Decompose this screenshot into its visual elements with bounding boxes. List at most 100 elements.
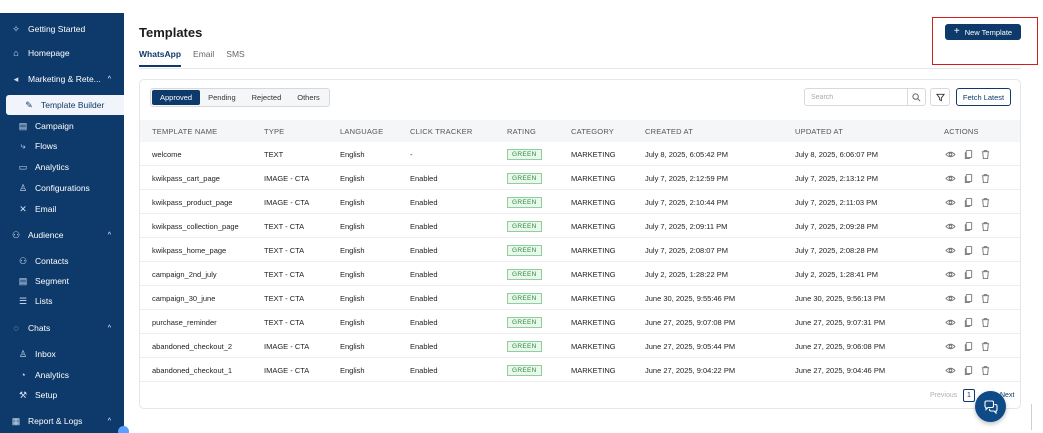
sidebar-item-getting-started[interactable]: ✧ Getting Started: [0, 19, 124, 39]
chevron-up-icon[interactable]: ^: [108, 325, 111, 332]
created-at-cell: July 7, 2025, 2:10:44 PM: [645, 198, 728, 207]
copy-icon[interactable]: [963, 291, 975, 304]
category-cell: MARKETING: [571, 150, 616, 159]
copy-icon[interactable]: [963, 195, 975, 208]
search-icon[interactable]: [907, 89, 925, 105]
segment-icon: ▤: [18, 275, 28, 286]
copy-icon[interactable]: [963, 219, 975, 232]
sidebar-item-audience[interactable]: ⚇ Audience ^: [0, 225, 124, 245]
sidebar-item-email[interactable]: ✕ Email: [0, 199, 124, 219]
delete-icon[interactable]: [980, 363, 992, 376]
sidebar-item-report-logs[interactable]: ▦ Report & Logs ^: [0, 411, 124, 431]
sidebar-item-label: Lists: [35, 296, 53, 306]
search-input[interactable]: [805, 90, 905, 104]
pagination-page[interactable]: 1: [963, 389, 975, 402]
sidebar-item-flows[interactable]: ⤷ Flows: [0, 136, 124, 156]
chevron-up-icon[interactable]: ^: [108, 418, 111, 425]
chevron-up-icon[interactable]: ^: [108, 76, 111, 83]
sidebar-item-homepage[interactable]: ⌂ Homepage: [0, 43, 124, 63]
click-tracker-cell: Enabled: [410, 174, 438, 183]
sidebar-item-setup[interactable]: ⚒ Setup: [0, 385, 124, 405]
segment-pending[interactable]: Pending: [200, 90, 244, 105]
type-cell: TEXT - CTA: [264, 270, 305, 279]
delete-icon[interactable]: [980, 339, 992, 352]
copy-icon[interactable]: [963, 363, 975, 376]
segment-others[interactable]: Others: [289, 90, 328, 105]
view-icon[interactable]: [945, 315, 957, 327]
megaphone-icon: ◂: [13, 73, 19, 84]
copy-icon[interactable]: [963, 147, 975, 160]
tab-whatsapp[interactable]: WhatsApp: [139, 49, 182, 67]
new-template-button[interactable]: + New Template: [945, 24, 1021, 40]
sidebar-item-label: Email: [35, 204, 57, 214]
status-segmented-control: Approved Pending Rejected Others: [150, 88, 330, 107]
chat-icon: ◌: [13, 323, 19, 333]
copy-icon[interactable]: [963, 171, 975, 184]
column-header: LANGUAGE: [340, 127, 384, 136]
filter-button[interactable]: [930, 88, 950, 106]
view-icon[interactable]: [945, 339, 957, 351]
delete-icon[interactable]: [980, 171, 992, 184]
created-at-cell: July 7, 2025, 2:09:11 PM: [645, 222, 728, 231]
tab-sms[interactable]: SMS: [226, 49, 244, 67]
view-icon[interactable]: [945, 147, 957, 159]
column-header: CLICK TRACKER: [410, 127, 473, 136]
sidebar-item-segment[interactable]: ▤ Segment: [0, 271, 124, 291]
sidebar-item-label: Setup: [35, 390, 58, 400]
analytics-icon: ◔: [20, 370, 26, 380]
pagination-previous[interactable]: Previous: [930, 392, 957, 399]
updated-at-cell: July 7, 2025, 2:08:28 PM: [795, 246, 878, 255]
segment-approved[interactable]: Approved: [152, 90, 201, 105]
delete-icon[interactable]: [980, 219, 992, 232]
rating-badge: GREEN: [507, 149, 542, 160]
audience-icon: ⚇: [11, 229, 21, 240]
delete-icon[interactable]: [980, 147, 992, 160]
created-at-cell: June 27, 2025, 9:04:22 PM: [645, 366, 736, 375]
sidebar-item-contacts[interactable]: ⚇ Contacts: [0, 251, 124, 271]
sidebar-item-chats[interactable]: ◌ Chats ^: [0, 318, 124, 338]
chat-support-button[interactable]: [975, 391, 1006, 422]
sidebar-item-configurations[interactable]: ♙ Configurations: [0, 178, 124, 198]
view-icon[interactable]: [945, 291, 957, 303]
sidebar-item-analytics[interactable]: ▭ Analytics: [0, 157, 124, 177]
sidebar-item-lists[interactable]: ☰ Lists: [0, 291, 124, 311]
updated-at-cell: July 7, 2025, 2:11:03 PM: [795, 198, 878, 207]
updated-at-cell: July 7, 2025, 2:09:28 PM: [795, 222, 878, 231]
copy-icon[interactable]: [963, 267, 975, 280]
delete-icon[interactable]: [980, 243, 992, 256]
segment-rejected[interactable]: Rejected: [244, 90, 290, 105]
sidebar-item-template-builder[interactable]: ✎ Template Builder: [6, 95, 124, 115]
language-cell: English: [340, 366, 365, 375]
language-cell: English: [340, 198, 365, 207]
chevron-up-icon[interactable]: ^: [108, 232, 111, 239]
view-icon[interactable]: [945, 363, 957, 375]
sidebar-item-label: Template Builder: [41, 100, 105, 110]
delete-icon[interactable]: [980, 195, 992, 208]
sidebar-item-inbox[interactable]: ♙ Inbox: [0, 344, 124, 364]
sidebar-item-label: Marketing & Rete...: [28, 74, 101, 84]
view-icon[interactable]: [945, 219, 957, 231]
view-icon[interactable]: [945, 267, 957, 279]
sidebar-collapse-handle[interactable]: [118, 426, 129, 433]
view-icon[interactable]: [945, 195, 957, 207]
document-icon: ▤: [18, 120, 28, 131]
column-header: RATING: [507, 127, 536, 136]
click-tracker-cell: Enabled: [410, 270, 438, 279]
copy-icon[interactable]: [963, 315, 975, 328]
template-name-cell: campaign_2nd_july: [152, 270, 217, 279]
copy-icon[interactable]: [963, 243, 975, 256]
delete-icon[interactable]: [980, 291, 992, 304]
sidebar-item-marketing[interactable]: ◂ Marketing & Rete... ^: [0, 69, 124, 89]
delete-icon[interactable]: [980, 315, 992, 328]
updated-at-cell: July 2, 2025, 1:28:41 PM: [795, 270, 878, 279]
tab-email[interactable]: Email: [193, 49, 214, 67]
sidebar-item-campaign[interactable]: ▤ Campaign: [0, 116, 124, 136]
delete-icon[interactable]: [980, 267, 992, 280]
copy-icon[interactable]: [963, 339, 975, 352]
view-icon[interactable]: [945, 171, 957, 183]
fetch-latest-button[interactable]: Fetch Latest: [956, 88, 1011, 106]
sidebar-item-chat-analytics[interactable]: ◔ Analytics: [0, 365, 124, 385]
rating-badge: GREEN: [507, 341, 542, 352]
sidebar-item-label: Report & Logs: [28, 416, 83, 426]
view-icon[interactable]: [945, 243, 957, 255]
